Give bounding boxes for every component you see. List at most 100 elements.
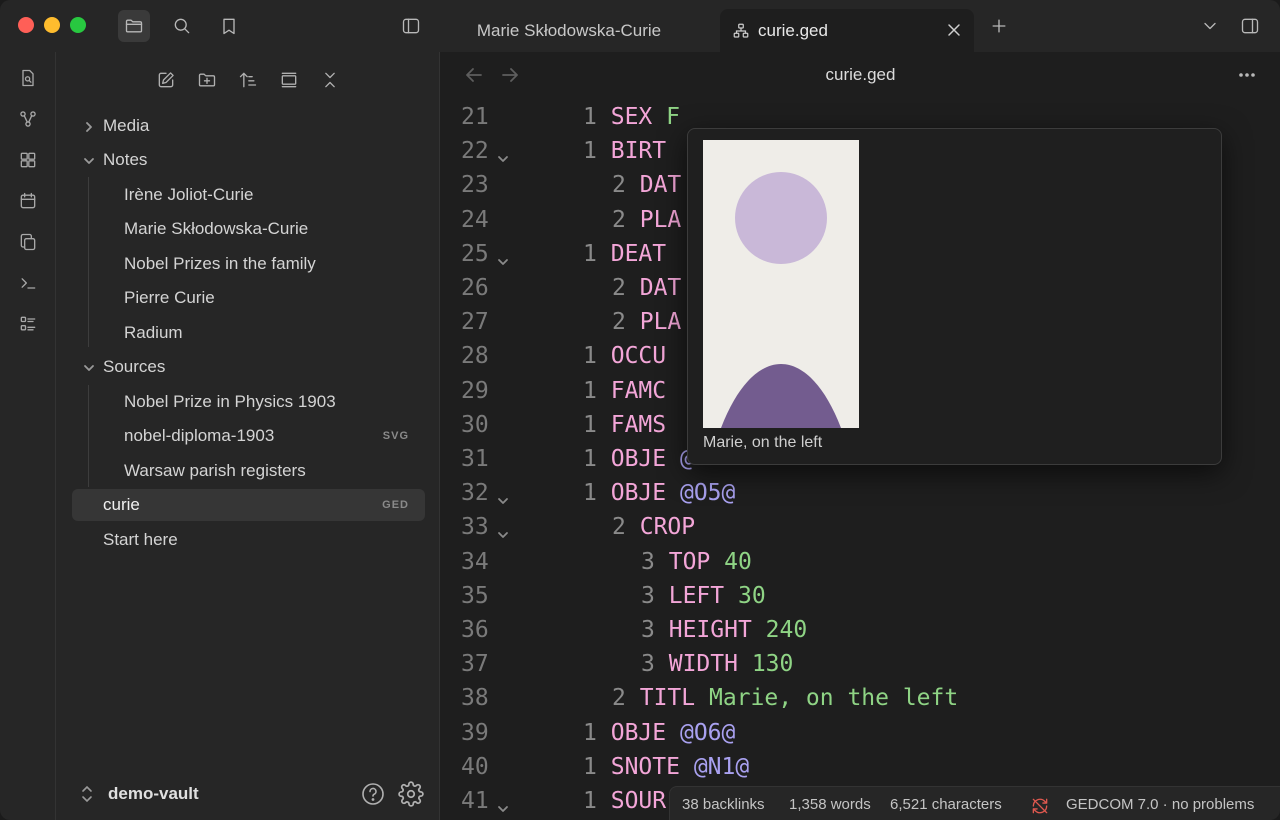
line-number: 28 xyxy=(461,343,489,370)
ribbon xyxy=(0,52,56,820)
gedcom-tag: TITL xyxy=(639,685,696,712)
line-number: 39 xyxy=(461,719,489,746)
gedcom-pointer[interactable]: @O5@ xyxy=(680,480,735,506)
backlinks-count[interactable]: 38 backlinks xyxy=(682,796,765,813)
tab-curie-ged[interactable]: curie.ged xyxy=(720,9,974,52)
fold-chevron-icon[interactable] xyxy=(496,522,510,539)
word-count: 1,358 words xyxy=(789,796,871,813)
gedcom-tag: WIDTH xyxy=(668,651,738,678)
code-line[interactable]: 36 3 HEIGHT 240 xyxy=(441,613,1280,647)
collapse-all-button[interactable] xyxy=(316,66,344,94)
gedcom-record: 1 SEX F xyxy=(583,104,680,130)
code-line[interactable]: 35 3 LEFT 30 xyxy=(441,579,1280,613)
line-number: 29 xyxy=(461,377,489,404)
code-line[interactable]: 32 1 OBJE @O5@ xyxy=(441,476,1280,510)
file-explorer-toolbar xyxy=(152,66,344,94)
file-marie-sklodowska-curie[interactable]: Marie Skłodowska-Curie xyxy=(72,213,425,245)
toggle-right-sidebar-button[interactable] xyxy=(1234,10,1266,42)
gedcom-tag: DAT xyxy=(639,172,682,199)
gedcom-record: 1 OCCU xyxy=(583,343,666,369)
file-start-here[interactable]: Start here xyxy=(72,524,425,556)
insert-template-button[interactable] xyxy=(14,228,42,256)
open-canvas-button[interactable] xyxy=(14,146,42,174)
settings-button[interactable] xyxy=(398,781,424,807)
folder-notes[interactable]: Notes xyxy=(72,144,425,176)
open-graph-view-button[interactable] xyxy=(14,105,42,133)
chevrons-collapse-icon xyxy=(325,72,335,88)
gedcom-tag: FAMS xyxy=(610,411,667,438)
toggle-sidebar-button[interactable] xyxy=(395,10,427,42)
file-pierre-curie[interactable]: Pierre Curie xyxy=(72,282,425,314)
gedcom-tag: DEAT xyxy=(610,240,667,267)
tab-marie-sklodowska-curie[interactable]: Marie Skłodowska-Curie xyxy=(440,9,698,52)
line-number: 40 xyxy=(461,753,489,780)
new-folder-button[interactable] xyxy=(193,66,221,94)
image-preview-popover: Marie, on the left xyxy=(687,128,1222,465)
file-label: Pierre Curie xyxy=(124,288,215,307)
gedcom-record: 1 OBJE @ xyxy=(583,446,694,472)
sync-error-icon[interactable] xyxy=(1030,796,1050,816)
fold-chevron-icon[interactable] xyxy=(496,146,510,163)
window-close-button[interactable] xyxy=(18,17,34,33)
folder-sources[interactable]: Sources xyxy=(72,351,425,383)
code-line[interactable]: 33 2 CROP xyxy=(441,510,1280,544)
fold-chevron-icon[interactable] xyxy=(496,796,510,812)
open-daily-note-button[interactable] xyxy=(14,187,42,215)
open-outline-button[interactable] xyxy=(14,310,42,338)
gedcom-record: 1 SNOTE @N1@ xyxy=(583,754,749,780)
calendar-icon xyxy=(20,192,36,209)
auto-reveal-button[interactable] xyxy=(275,66,303,94)
gedcom-record: 1 OBJE @O6@ xyxy=(583,720,735,746)
code-line[interactable]: 34 3 TOP 40 xyxy=(441,545,1280,579)
file-warsaw-parish-registers[interactable]: Warsaw parish registers xyxy=(72,455,425,487)
file-nobel-diploma-1903[interactable]: nobel-diploma-1903 SVG xyxy=(72,420,425,452)
file-nobel-prize-in-physics-1903[interactable]: Nobel Prize in Physics 1903 xyxy=(72,386,425,418)
gedcom-level: 1 xyxy=(583,377,597,404)
file-nobel-prizes-in-the-family[interactable]: Nobel Prizes in the family xyxy=(72,248,425,280)
tab-list-button[interactable] xyxy=(1194,10,1226,42)
window-minimize-button[interactable] xyxy=(44,17,60,33)
gedcom-level: 1 xyxy=(583,411,597,438)
new-tab-button[interactable] xyxy=(983,10,1015,42)
gedcom-tag: OBJE xyxy=(610,446,667,472)
search-view-button[interactable] xyxy=(166,10,198,42)
gedcom-lint-status[interactable]: GEDCOM 7.0 · no problems xyxy=(1066,796,1254,813)
files-view-button[interactable] xyxy=(118,10,150,42)
gedcom-value: F xyxy=(666,104,680,130)
change-sort-order-button[interactable] xyxy=(234,66,262,94)
help-button[interactable] xyxy=(360,781,386,807)
chevron-down-icon xyxy=(82,360,96,374)
code-line[interactable]: 38 2 TITL Marie, on the left xyxy=(441,681,1280,715)
gedcom-record: 1 BIRT xyxy=(583,138,666,164)
more-horizontal-icon xyxy=(1239,73,1255,77)
window-maximize-button[interactable] xyxy=(70,17,86,33)
close-tab-button[interactable] xyxy=(944,20,964,40)
help-circle-icon xyxy=(362,783,384,805)
new-note-button[interactable] xyxy=(152,66,180,94)
chevrons-up-down-icon[interactable] xyxy=(80,784,94,804)
vault-name[interactable]: demo-vault xyxy=(108,784,199,804)
code-line[interactable]: 40 1 SNOTE @N1@ xyxy=(441,750,1280,784)
editor-title[interactable]: curie.ged xyxy=(441,65,1280,85)
gedcom-level: 3 xyxy=(641,582,655,609)
gedcom-record: 1 OBJE @O5@ xyxy=(583,480,735,506)
gedcom-pointer[interactable]: @N1@ xyxy=(694,754,749,780)
code-line[interactable]: 37 3 WIDTH 130 xyxy=(441,647,1280,681)
file-irene-joliot-curie[interactable]: Irène Joliot-Curie xyxy=(72,179,425,211)
search-icon xyxy=(174,18,190,34)
fold-chevron-icon[interactable] xyxy=(496,488,510,505)
gedcom-pointer[interactable]: @O6@ xyxy=(680,720,735,746)
folder-media[interactable]: Media xyxy=(72,110,425,142)
image-caption: Marie, on the left xyxy=(703,434,823,451)
fold-chevron-icon[interactable] xyxy=(496,249,510,265)
file-curie[interactable]: curie GED xyxy=(72,489,425,521)
gedcom-record: 3 HEIGHT 240 xyxy=(641,617,807,643)
open-command-palette-button[interactable] xyxy=(14,269,42,297)
gedcom-level: 1 xyxy=(583,719,597,746)
file-radium[interactable]: Radium xyxy=(72,317,425,349)
open-quick-switcher-button[interactable] xyxy=(14,64,42,92)
code-line[interactable]: 39 1 OBJE @O6@ xyxy=(441,716,1280,750)
gedcom-level: 2 xyxy=(612,172,626,199)
more-options-button[interactable] xyxy=(1236,64,1258,86)
bookmarks-view-button[interactable] xyxy=(213,10,245,42)
